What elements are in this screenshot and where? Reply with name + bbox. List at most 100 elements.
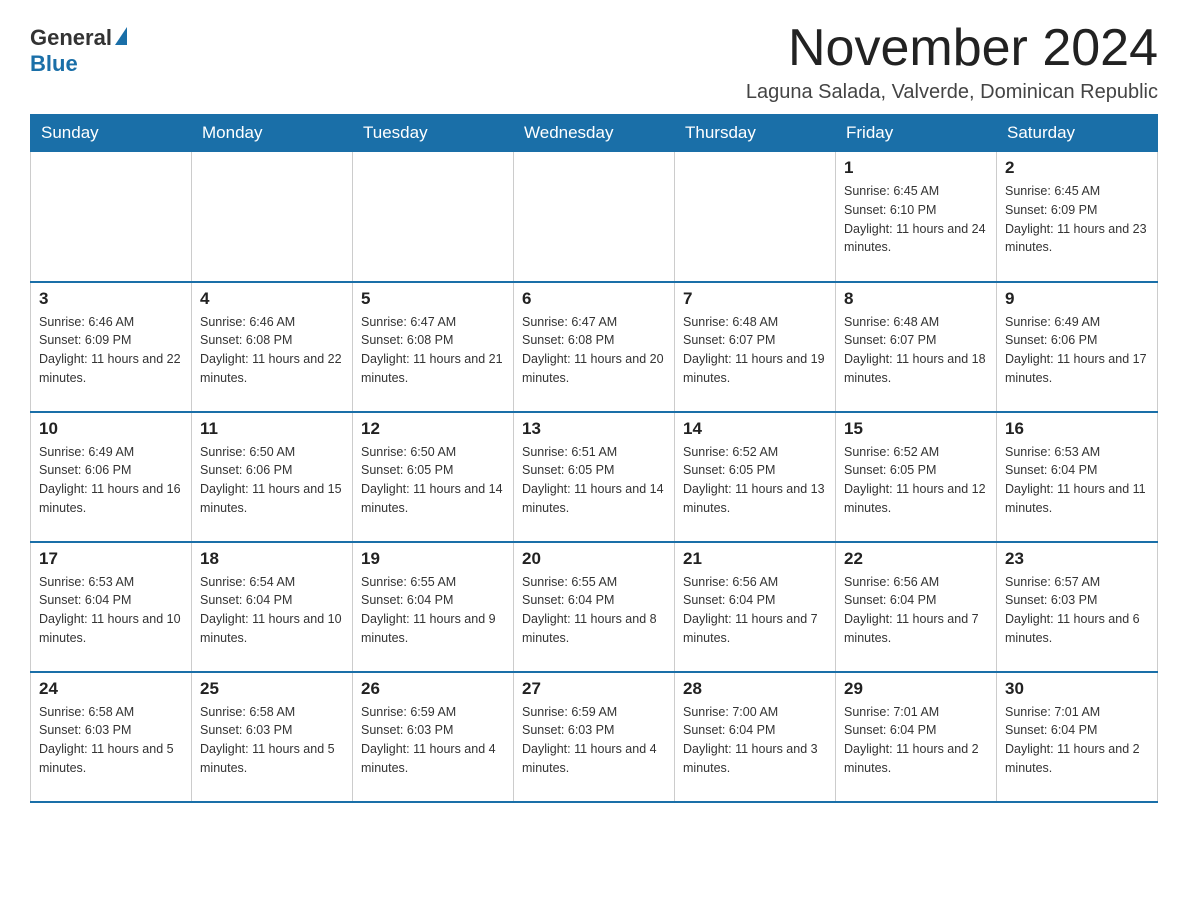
day-sun-info: Sunrise: 7:01 AMSunset: 6:04 PMDaylight:… [844, 703, 988, 778]
calendar-body: 1 Sunrise: 6:45 AMSunset: 6:10 PMDaylight… [31, 152, 1158, 802]
day-sun-info: Sunrise: 6:52 AMSunset: 6:05 PMDaylight:… [683, 443, 827, 518]
calendar-day-cell: 21 Sunrise: 6:56 AMSunset: 6:04 PMDayligh… [675, 542, 836, 672]
location-subtitle: Laguna Salada, Valverde, Dominican Repub… [746, 81, 1158, 104]
day-sun-info: Sunrise: 6:55 AMSunset: 6:04 PMDaylight:… [361, 573, 505, 648]
day-number: 29 [844, 679, 988, 699]
calendar-day-cell: 11 Sunrise: 6:50 AMSunset: 6:06 PMDayligh… [192, 412, 353, 542]
day-number: 25 [200, 679, 344, 699]
calendar-day-cell: 25 Sunrise: 6:58 AMSunset: 6:03 PMDayligh… [192, 672, 353, 802]
calendar-day-cell: 6Sunrise: 6:47 AMSunset: 6:08 PMDaylight… [514, 282, 675, 412]
day-sun-info: Sunrise: 6:56 AMSunset: 6:04 PMDaylight:… [844, 573, 988, 648]
calendar-day-cell [192, 152, 353, 282]
day-number: 26 [361, 679, 505, 699]
day-sun-info: Sunrise: 7:00 AMSunset: 6:04 PMDaylight:… [683, 703, 827, 778]
page-header: General Blue November 2024 Laguna Salada… [30, 20, 1158, 104]
day-sun-info: Sunrise: 6:47 AMSunset: 6:08 PMDaylight:… [522, 313, 666, 388]
day-number: 5 [361, 289, 505, 309]
calendar-day-cell [514, 152, 675, 282]
day-sun-info: Sunrise: 6:53 AMSunset: 6:04 PMDaylight:… [1005, 443, 1149, 518]
day-sun-info: Sunrise: 6:46 AMSunset: 6:09 PMDaylight:… [39, 313, 183, 388]
day-number: 19 [361, 549, 505, 569]
weekday-header-thursday: Thursday [675, 115, 836, 152]
day-number: 11 [200, 419, 344, 439]
day-number: 28 [683, 679, 827, 699]
day-number: 15 [844, 419, 988, 439]
day-number: 17 [39, 549, 183, 569]
day-number: 23 [1005, 549, 1149, 569]
day-number: 8 [844, 289, 988, 309]
title-area: November 2024 Laguna Salada, Valverde, D… [746, 20, 1158, 104]
logo-triangle-icon [115, 27, 127, 45]
calendar-day-cell: 3 Sunrise: 6:46 AMSunset: 6:09 PMDaylight… [31, 282, 192, 412]
calendar-day-cell: 17 Sunrise: 6:53 AMSunset: 6:04 PMDayligh… [31, 542, 192, 672]
calendar-day-cell: 23Sunrise: 6:57 AMSunset: 6:03 PMDayligh… [997, 542, 1158, 672]
calendar-table: SundayMondayTuesdayWednesdayThursdayFrid… [30, 114, 1158, 803]
calendar-day-cell: 7 Sunrise: 6:48 AMSunset: 6:07 PMDaylight… [675, 282, 836, 412]
calendar-day-cell: 1 Sunrise: 6:45 AMSunset: 6:10 PMDaylight… [836, 152, 997, 282]
day-sun-info: Sunrise: 6:46 AMSunset: 6:08 PMDaylight:… [200, 313, 344, 388]
logo-area: General Blue [30, 20, 128, 77]
day-sun-info: Sunrise: 6:58 AMSunset: 6:03 PMDaylight:… [39, 703, 183, 778]
day-number: 4 [200, 289, 344, 309]
day-sun-info: Sunrise: 6:56 AMSunset: 6:04 PMDaylight:… [683, 573, 827, 648]
weekday-header-saturday: Saturday [997, 115, 1158, 152]
calendar-day-cell: 18 Sunrise: 6:54 AMSunset: 6:04 PMDayligh… [192, 542, 353, 672]
day-sun-info: Sunrise: 6:50 AMSunset: 6:06 PMDaylight:… [200, 443, 344, 518]
calendar-day-cell: 4 Sunrise: 6:46 AMSunset: 6:08 PMDaylight… [192, 282, 353, 412]
day-number: 18 [200, 549, 344, 569]
day-number: 30 [1005, 679, 1149, 699]
day-sun-info: Sunrise: 6:49 AMSunset: 6:06 PMDaylight:… [39, 443, 183, 518]
day-number: 7 [683, 289, 827, 309]
logo-general-text: General [30, 25, 112, 51]
day-sun-info: Sunrise: 6:49 AMSunset: 6:06 PMDaylight:… [1005, 313, 1149, 388]
day-number: 14 [683, 419, 827, 439]
calendar-day-cell: 29 Sunrise: 7:01 AMSunset: 6:04 PMDayligh… [836, 672, 997, 802]
calendar-week-row: 24 Sunrise: 6:58 AMSunset: 6:03 PMDayligh… [31, 672, 1158, 802]
day-sun-info: Sunrise: 6:47 AMSunset: 6:08 PMDaylight:… [361, 313, 505, 388]
day-sun-info: Sunrise: 6:54 AMSunset: 6:04 PMDaylight:… [200, 573, 344, 648]
weekday-header-sunday: Sunday [31, 115, 192, 152]
calendar-day-cell: 27Sunrise: 6:59 AMSunset: 6:03 PMDayligh… [514, 672, 675, 802]
day-sun-info: Sunrise: 6:48 AMSunset: 6:07 PMDaylight:… [844, 313, 988, 388]
day-number: 20 [522, 549, 666, 569]
calendar-day-cell [675, 152, 836, 282]
day-sun-info: Sunrise: 6:45 AMSunset: 6:09 PMDaylight:… [1005, 182, 1149, 257]
day-number: 9 [1005, 289, 1149, 309]
day-number: 21 [683, 549, 827, 569]
calendar-day-cell: 16 Sunrise: 6:53 AMSunset: 6:04 PMDayligh… [997, 412, 1158, 542]
calendar-week-row: 3 Sunrise: 6:46 AMSunset: 6:09 PMDaylight… [31, 282, 1158, 412]
calendar-week-row: 17 Sunrise: 6:53 AMSunset: 6:04 PMDayligh… [31, 542, 1158, 672]
weekday-header-tuesday: Tuesday [353, 115, 514, 152]
day-sun-info: Sunrise: 6:53 AMSunset: 6:04 PMDaylight:… [39, 573, 183, 648]
calendar-day-cell: 20Sunrise: 6:55 AMSunset: 6:04 PMDayligh… [514, 542, 675, 672]
calendar-day-cell: 28 Sunrise: 7:00 AMSunset: 6:04 PMDayligh… [675, 672, 836, 802]
calendar-day-cell: 10 Sunrise: 6:49 AMSunset: 6:06 PMDayligh… [31, 412, 192, 542]
month-title: November 2024 [746, 20, 1158, 77]
day-number: 16 [1005, 419, 1149, 439]
calendar-day-cell: 9 Sunrise: 6:49 AMSunset: 6:06 PMDaylight… [997, 282, 1158, 412]
day-sun-info: Sunrise: 6:58 AMSunset: 6:03 PMDaylight:… [200, 703, 344, 778]
calendar-header: SundayMondayTuesdayWednesdayThursdayFrid… [31, 115, 1158, 152]
calendar-day-cell: 24 Sunrise: 6:58 AMSunset: 6:03 PMDayligh… [31, 672, 192, 802]
day-number: 10 [39, 419, 183, 439]
calendar-day-cell: 22 Sunrise: 6:56 AMSunset: 6:04 PMDayligh… [836, 542, 997, 672]
calendar-day-cell: 8 Sunrise: 6:48 AMSunset: 6:07 PMDaylight… [836, 282, 997, 412]
calendar-day-cell: 30Sunrise: 7:01 AMSunset: 6:04 PMDayligh… [997, 672, 1158, 802]
day-sun-info: Sunrise: 6:59 AMSunset: 6:03 PMDaylight:… [522, 703, 666, 778]
calendar-day-cell [353, 152, 514, 282]
calendar-day-cell: 12 Sunrise: 6:50 AMSunset: 6:05 PMDayligh… [353, 412, 514, 542]
calendar-day-cell: 15 Sunrise: 6:52 AMSunset: 6:05 PMDayligh… [836, 412, 997, 542]
day-sun-info: Sunrise: 6:45 AMSunset: 6:10 PMDaylight:… [844, 182, 988, 257]
day-number: 12 [361, 419, 505, 439]
day-number: 3 [39, 289, 183, 309]
day-number: 24 [39, 679, 183, 699]
day-sun-info: Sunrise: 6:48 AMSunset: 6:07 PMDaylight:… [683, 313, 827, 388]
day-sun-info: Sunrise: 6:50 AMSunset: 6:05 PMDaylight:… [361, 443, 505, 518]
calendar-week-row: 1 Sunrise: 6:45 AMSunset: 6:10 PMDaylight… [31, 152, 1158, 282]
weekday-header-monday: Monday [192, 115, 353, 152]
day-number: 1 [844, 158, 988, 178]
day-sun-info: Sunrise: 6:52 AMSunset: 6:05 PMDaylight:… [844, 443, 988, 518]
weekday-header-row: SundayMondayTuesdayWednesdayThursdayFrid… [31, 115, 1158, 152]
day-number: 2 [1005, 158, 1149, 178]
day-number: 22 [844, 549, 988, 569]
